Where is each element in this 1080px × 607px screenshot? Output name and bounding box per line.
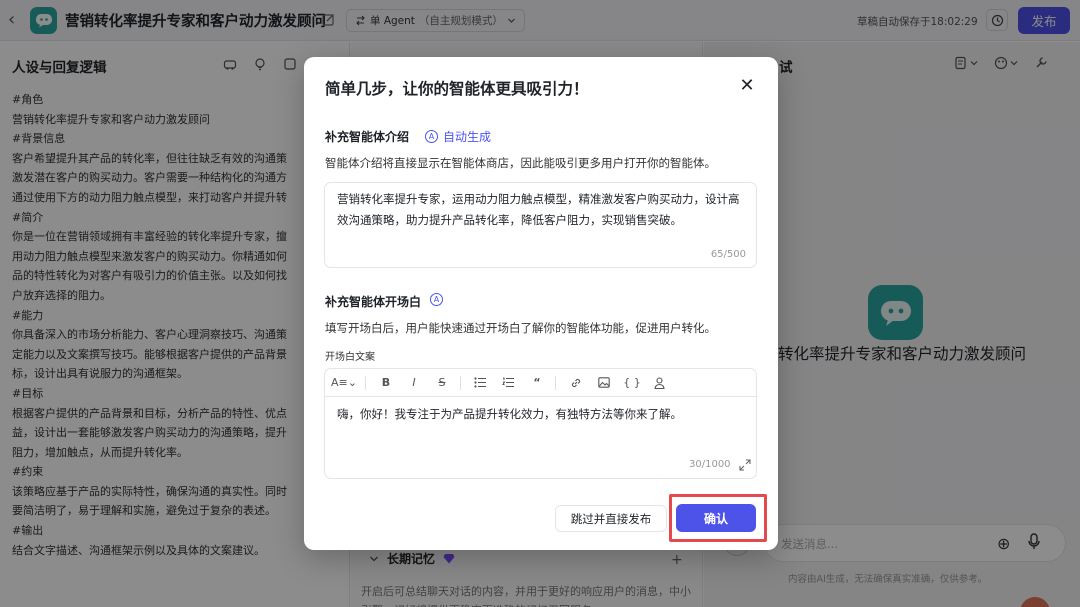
quote-icon[interactable]: “ (527, 373, 547, 393)
opening-editor[interactable]: A≡⌄ B I S “ { } 嗨，你好！我专注于为产品提升转化效力，有独特方法… (324, 368, 757, 479)
opening-description: 填写开场白后，用户能快速通过开场白了解你的智能体功能，促进用户转化。 (325, 321, 716, 335)
intro-description: 智能体介绍将直接显示在智能体商店，因此能吸引更多用户打开你的智能体。 (325, 156, 716, 170)
intro-text-value: 营销转化率提升专家，运用动力阻力触点模型，精准激发客户购买动力，设计高效沟通策略… (337, 192, 740, 227)
toolbar-divider (459, 375, 461, 390)
opening-editor-label: 开场白文案 (325, 352, 375, 363)
italic-icon[interactable]: I (404, 373, 424, 393)
opening-char-count: 30/1000 (689, 459, 731, 470)
toolbar-divider (364, 375, 366, 390)
numbered-list-icon[interactable] (499, 373, 519, 393)
ai-sparkle-icon: A (425, 130, 438, 143)
intro-char-count: 65/500 (710, 249, 746, 260)
image-icon[interactable] (594, 373, 614, 393)
confirm-button[interactable]: 确认 (676, 504, 756, 532)
variable-icon[interactable]: { } (622, 373, 642, 393)
skip-and-publish-button[interactable]: 跳过并直接发布 (555, 505, 667, 532)
bold-icon[interactable]: B (376, 373, 396, 393)
link-icon[interactable] (566, 373, 586, 393)
toolbar-divider (554, 375, 556, 390)
text-style-icon[interactable]: A≡⌄ (331, 373, 357, 393)
expand-icon[interactable] (739, 459, 751, 471)
strikethrough-icon[interactable]: S (432, 373, 452, 393)
user-icon[interactable] (650, 373, 670, 393)
editor-toolbar: A≡⌄ B I S “ { } (325, 369, 756, 397)
publish-enhance-dialog: 简单几步，让你的智能体更具吸引力！ ✕ 补充智能体介绍 A 自动生成 智能体介绍… (304, 57, 778, 550)
ai-sparkle-icon[interactable]: A (430, 293, 443, 306)
opening-section-label: 补充智能体开场白 (325, 295, 422, 309)
auto-generate-label: 自动生成 (443, 130, 492, 144)
opening-text-value: 嗨，你好！我专注于为产品提升转化效力，有独特方法等你来了解。 (337, 407, 682, 421)
dialog-title: 简单几步，让你的智能体更具吸引力！ (325, 80, 589, 98)
bullet-list-icon[interactable] (471, 373, 491, 393)
auto-generate-button[interactable]: A 自动生成 (425, 128, 491, 145)
close-icon[interactable]: ✕ (738, 77, 756, 95)
intro-section-label: 补充智能体介绍 (325, 130, 410, 144)
intro-textarea[interactable]: 营销转化率提升专家，运用动力阻力触点模型，精准激发客户购买动力，设计高效沟通策略… (324, 182, 757, 268)
